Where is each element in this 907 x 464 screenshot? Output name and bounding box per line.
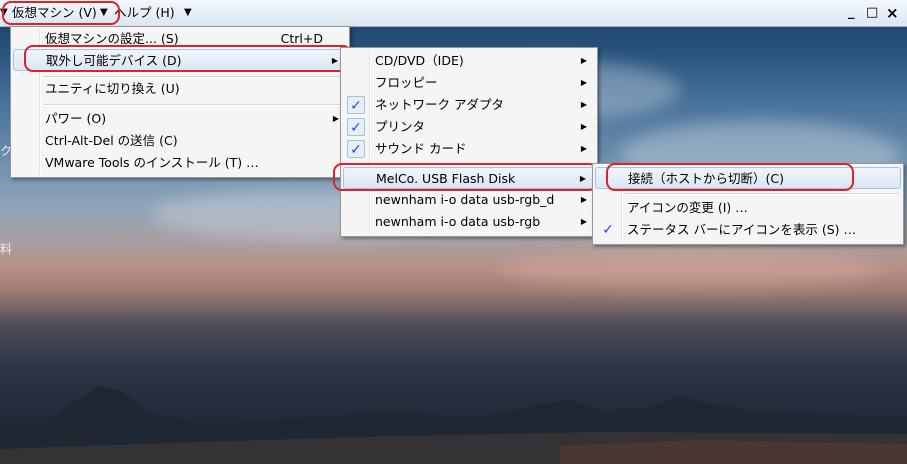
menu-item-floppy[interactable]: フロッピー ▶ [343, 72, 595, 94]
menu-item-label: アイコンの変更 (I) … [627, 200, 748, 215]
menu-item-label: 取外し可能デバイス (D) [46, 53, 182, 68]
usb-device-submenu: 接続（ホストから切断）(C) アイコンの変更 (I) … ✓ ステータス バーに… [592, 163, 904, 245]
menu-item-install-vmware-tools[interactable]: VMware Tools のインストール (T) … [13, 152, 347, 174]
chevron-down-icon[interactable]: ▼ [100, 4, 108, 22]
submenu-arrow-icon: ▶ [580, 217, 587, 226]
menu-item-usb-rgb-d[interactable]: newnham i-o data usb-rgb_d ▶ [343, 189, 595, 211]
shortcut-label: Ctrl+D [280, 31, 323, 46]
submenu-arrow-icon: ▶ [579, 174, 586, 183]
submenu-arrow-icon: ▶ [332, 114, 339, 123]
desktop-text-fragment: 料 [0, 242, 13, 256]
menu-item-label: フロッピー [375, 75, 438, 90]
menu-item-vm-settings[interactable]: 仮想マシンの設定... (S) Ctrl+D [13, 28, 347, 50]
menu-item-printer[interactable]: ✓ プリンタ ▶ [343, 116, 595, 138]
menu-item-show-icon-statusbar[interactable]: ✓ ステータス バーにアイコンを表示 (S) … [595, 219, 901, 241]
menu-item-removable-devices[interactable]: 取外し可能デバイス (D) ▶ [13, 49, 347, 71]
menu-item-label: ネットワーク アダプタ [375, 97, 504, 112]
check-icon: ✓ [347, 96, 365, 114]
menu-item-cd-dvd[interactable]: CD/DVD（IDE) ▶ [343, 50, 595, 72]
check-icon: ✓ [347, 140, 365, 158]
mountain-range [0, 386, 907, 464]
menu-item-network-adapter[interactable]: ✓ ネットワーク アダプタ ▶ [343, 94, 595, 116]
submenu-arrow-icon: ▶ [580, 144, 587, 153]
vm-dropdown-menu: 仮想マシンの設定... (S) Ctrl+D 取外し可能デバイス (D) ▶ ユ… [10, 26, 350, 178]
menu-item-label: サウンド カード [375, 141, 467, 156]
check-icon: ✓ [347, 118, 365, 136]
menu-item-label: ユニティに切り換え (U) [45, 81, 180, 96]
menu-help[interactable]: ヘルプ (H) [114, 4, 175, 22]
menu-item-sound-card[interactable]: ✓ サウンド カード ▶ [343, 138, 595, 160]
menu-item-change-icon[interactable]: アイコンの変更 (I) … [595, 197, 901, 219]
devices-submenu: CD/DVD（IDE) ▶ フロッピー ▶ ✓ ネットワーク アダプタ ▶ ✓ … [340, 47, 598, 237]
menu-item-connect[interactable]: 接続（ホストから切断）(C) [595, 167, 901, 189]
cloud [500, 250, 880, 290]
menu-item-label: CD/DVD（IDE) [375, 53, 464, 68]
menu-item-label: newnham i-o data usb-rgb_d [375, 192, 555, 207]
menu-item-unity[interactable]: ユニティに切り換え (U) [13, 78, 347, 100]
chevron-down-icon[interactable]: ▼ [184, 4, 192, 22]
submenu-arrow-icon: ▶ [580, 100, 587, 109]
menu-item-label: Ctrl-Alt-Del の送信 (C) [45, 133, 178, 148]
menu-separator [373, 163, 593, 165]
menu-vm[interactable]: 仮想マシン (V) [12, 4, 97, 22]
submenu-arrow-icon: ▶ [580, 122, 587, 131]
menu-item-usb-flash-disk[interactable]: MelCo. USB Flash Disk ▶ [343, 167, 595, 189]
menu-item-label: MelCo. USB Flash Disk [376, 171, 516, 186]
menu-item-label: ステータス バーにアイコンを表示 (S) … [627, 222, 856, 237]
close-icon[interactable]: × [886, 3, 899, 23]
submenu-arrow-icon: ▶ [331, 56, 338, 65]
submenu-arrow-icon: ▶ [580, 78, 587, 87]
maximize-icon[interactable]: □ [866, 3, 878, 23]
submenu-arrow-icon: ▶ [580, 195, 587, 204]
menubar: ▼ 仮想マシン (V) ▼ ヘルプ (H) ▼ _ □ × [0, 0, 907, 27]
menu-item-send-ctrl-alt-del[interactable]: Ctrl-Alt-Del の送信 (C) [13, 130, 347, 152]
menu-separator [43, 104, 345, 106]
submenu-arrow-icon: ▶ [580, 56, 587, 65]
menu-separator [625, 193, 899, 195]
menu-item-label: 仮想マシンの設定... (S) [45, 31, 179, 46]
menu-item-label: VMware Tools のインストール (T) … [45, 155, 259, 170]
menu-item-label: パワー (O) [45, 111, 107, 126]
menu-item-label: 接続（ホストから切断）(C) [628, 171, 784, 186]
menu-item-power[interactable]: パワー (O) ▶ [13, 108, 347, 130]
menu-item-label: newnham i-o data usb-rgb [375, 214, 541, 229]
menu-item-usb-rgb[interactable]: newnham i-o data usb-rgb ▶ [343, 211, 595, 233]
menu-item-label: プリンタ [375, 119, 426, 134]
chevron-down-icon[interactable]: ▼ [0, 4, 8, 22]
check-icon: ✓ [602, 222, 614, 238]
minimize-icon[interactable]: _ [848, 3, 855, 23]
